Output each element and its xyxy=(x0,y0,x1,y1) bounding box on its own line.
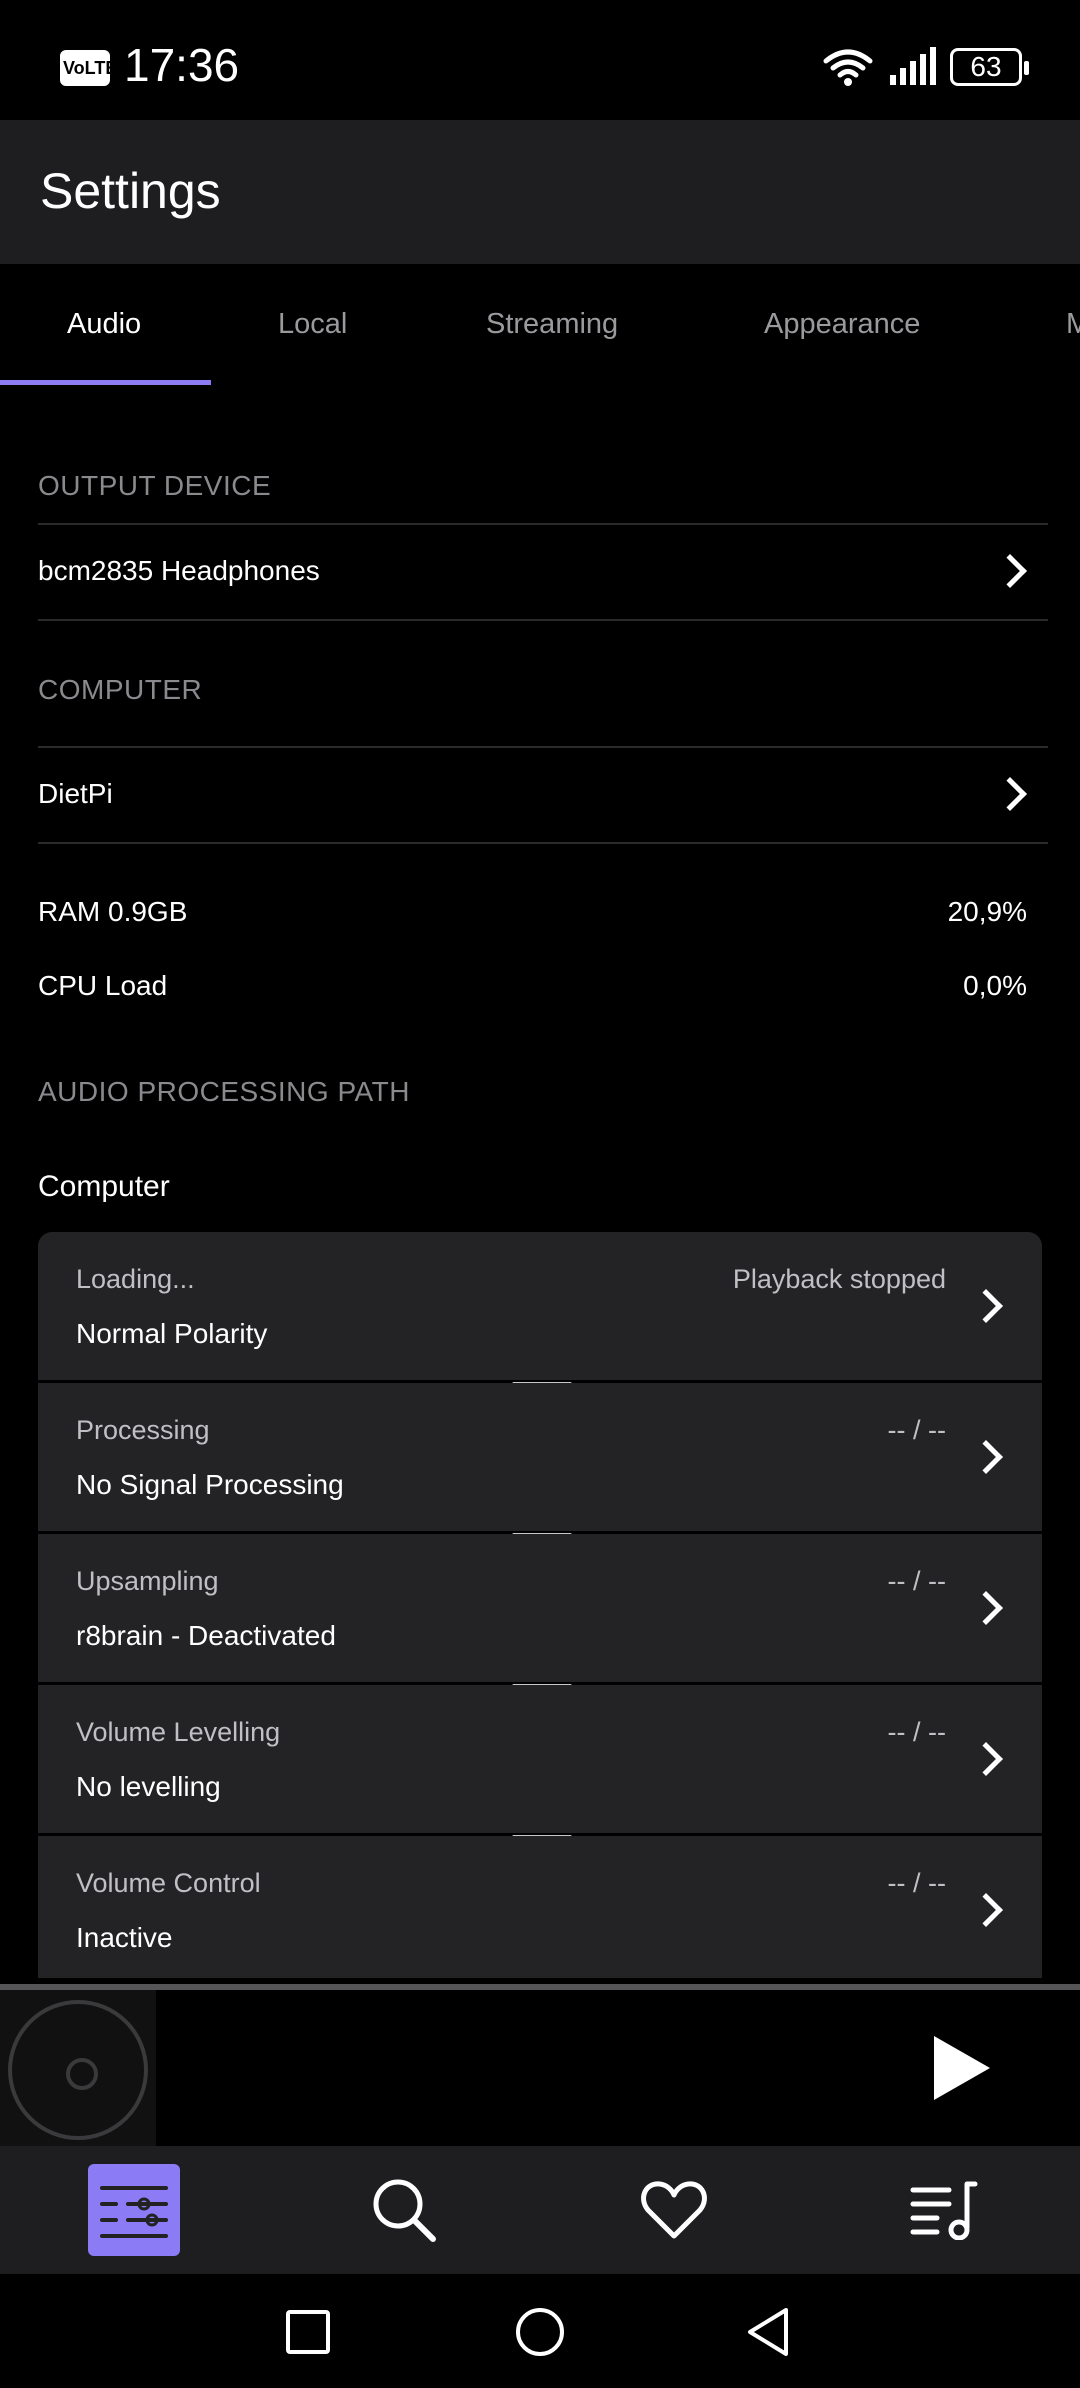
card-status: -- / -- xyxy=(887,1868,946,1898)
card-value: Normal Polarity xyxy=(76,1318,268,1349)
card-title: Volume Levelling xyxy=(76,1717,281,1747)
nav-search-button[interactable] xyxy=(358,2164,450,2256)
card-volume-levelling[interactable]: Volume Levelling No levelling -- / -- xyxy=(38,1685,1042,1833)
now-playing-bar[interactable] xyxy=(0,1990,1080,2146)
card-status: -- / -- xyxy=(887,1566,946,1596)
nav-favorites-button[interactable] xyxy=(628,2164,720,2256)
bottom-navigation xyxy=(0,2146,1080,2274)
chevron-right-icon xyxy=(993,554,1027,588)
nav-settings-button[interactable] xyxy=(88,2164,180,2256)
card-value: No Signal Processing xyxy=(76,1469,344,1500)
card-title: Loading... xyxy=(76,1264,195,1294)
queue-music-icon xyxy=(910,2181,978,2240)
tab-bar: Audio Local Streaming Appearance M xyxy=(0,264,1080,388)
nav-queue-button[interactable] xyxy=(898,2164,990,2256)
tab-appearance[interactable]: Appearance xyxy=(764,308,920,341)
recent-apps-icon[interactable] xyxy=(284,2308,332,2356)
app-header: Settings xyxy=(0,120,1080,264)
back-icon[interactable] xyxy=(744,2306,792,2358)
computer-name: DietPi xyxy=(38,778,113,809)
battery-icon: 63 xyxy=(950,48,1029,86)
tab-local[interactable]: Local xyxy=(278,308,347,341)
output-device-name: bcm2835 Headphones xyxy=(38,555,320,586)
status-bar: VoLTE 17:36 63 xyxy=(0,0,1080,120)
active-tab-indicator xyxy=(0,380,211,385)
disc-icon xyxy=(8,2000,148,2140)
card-processing[interactable]: Processing No Signal Processing -- / -- xyxy=(38,1383,1042,1531)
cpu-label: CPU Load xyxy=(38,970,168,1001)
output-device-row[interactable]: bcm2835 Headphones xyxy=(0,525,1080,619)
card-status: -- / -- xyxy=(887,1717,946,1747)
card-value: No levelling xyxy=(76,1771,221,1802)
section-audio-processing-path: AUDIO PROCESSING PATH xyxy=(38,1076,410,1107)
card-volume-control[interactable]: Volume Control Inactive -- / -- xyxy=(38,1836,1042,1978)
home-icon[interactable] xyxy=(514,2306,566,2358)
card-status: -- / -- xyxy=(887,1415,946,1445)
tab-audio[interactable]: Audio xyxy=(67,308,141,341)
ram-label: RAM 0.9GB xyxy=(38,896,188,927)
chevron-right-icon xyxy=(969,1440,1003,1474)
status-icons: 63 xyxy=(822,44,1029,90)
volte-icon: VoLTE xyxy=(60,50,117,86)
tab-more[interactable]: M xyxy=(1066,308,1080,341)
play-icon[interactable] xyxy=(934,2036,990,2100)
computer-row[interactable]: DietPi xyxy=(0,748,1080,842)
card-value: r8brain - Deactivated xyxy=(76,1620,336,1651)
chevron-right-icon xyxy=(969,1289,1003,1323)
album-art[interactable] xyxy=(0,1990,156,2146)
card-upsampling[interactable]: Upsampling r8brain - Deactivated -- / -- xyxy=(38,1534,1042,1682)
section-output-device: OUTPUT DEVICE xyxy=(38,470,272,501)
tab-streaming[interactable]: Streaming xyxy=(486,308,618,341)
card-status: Playback stopped xyxy=(732,1264,946,1294)
section-computer: COMPUTER xyxy=(38,674,203,705)
search-icon xyxy=(373,2179,436,2242)
disc-hole xyxy=(66,2058,98,2090)
card-title: Volume Control xyxy=(76,1868,261,1898)
path-computer-label: Computer xyxy=(38,1170,170,1203)
wifi-icon xyxy=(823,49,873,86)
system-navigation-bar xyxy=(0,2274,1080,2388)
chevron-right-icon xyxy=(969,1893,1003,1927)
card-value: Inactive xyxy=(76,1922,173,1953)
divider xyxy=(38,619,1048,621)
signal-icon xyxy=(890,47,936,85)
card-title: Processing xyxy=(76,1415,210,1445)
divider xyxy=(38,842,1048,844)
ram-value: 20,9% xyxy=(947,896,1027,927)
chevron-right-icon xyxy=(993,777,1027,811)
heart-icon xyxy=(641,2181,707,2239)
page-title: Settings xyxy=(40,163,221,219)
card-title: Upsampling xyxy=(76,1566,219,1596)
chevron-right-icon xyxy=(969,1591,1003,1625)
status-time: 17:36 xyxy=(124,39,240,91)
settings-sliders-icon xyxy=(100,2186,168,2238)
chevron-right-icon xyxy=(969,1742,1003,1776)
cpu-value: 0,0% xyxy=(963,970,1027,1001)
card-polarity[interactable]: Loading... Normal Polarity Playback stop… xyxy=(38,1232,1042,1380)
